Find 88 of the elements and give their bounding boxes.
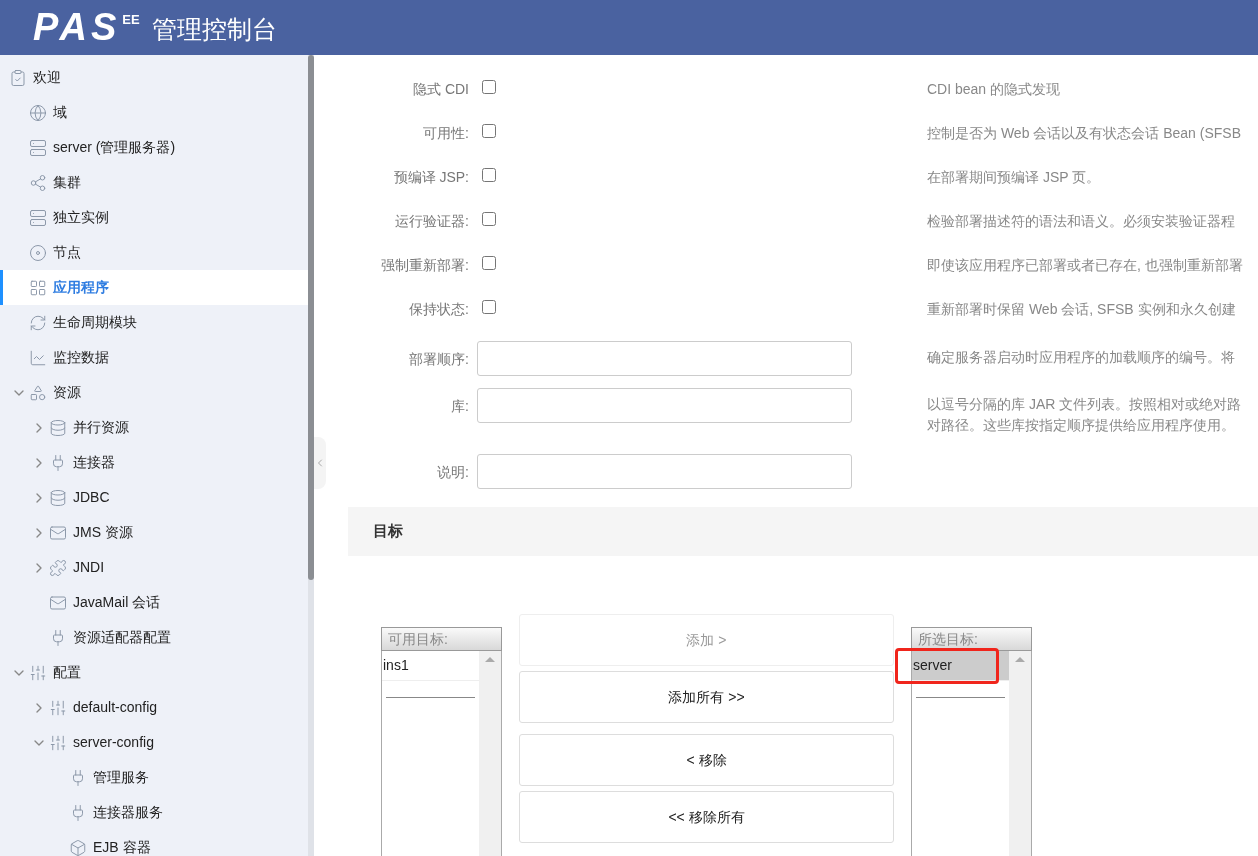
- field-label: 可用性:: [422, 124, 469, 143]
- transfer-button[interactable]: < 移除: [519, 734, 894, 786]
- list-option[interactable]: server: [912, 651, 1009, 681]
- sidebar-item[interactable]: JDBC: [0, 480, 308, 515]
- shapes-icon: [29, 383, 47, 402]
- input-field[interactable]: [477, 388, 852, 423]
- globe-icon: [29, 103, 47, 122]
- list-box[interactable]: ins1: [381, 651, 502, 856]
- sliders-icon: [49, 698, 67, 717]
- sidebar-item[interactable]: 独立实例: [0, 200, 308, 235]
- field-label: 库:: [450, 397, 469, 416]
- server-icon: [29, 208, 47, 227]
- mail-icon: [49, 593, 67, 612]
- list-box[interactable]: server: [911, 651, 1032, 856]
- input-field[interactable]: [477, 454, 852, 489]
- logo: PAS: [33, 5, 121, 50]
- field-label: 强制重新部署:: [380, 256, 469, 275]
- field-label: 预编译 JSP:: [392, 168, 469, 187]
- sidebar-item[interactable]: 欢迎: [0, 60, 308, 95]
- sidebar-item[interactable]: 节点: [0, 235, 308, 270]
- logo-superscript: EE: [122, 11, 140, 29]
- sidebar-item[interactable]: server-config: [0, 725, 308, 760]
- sidebar-item[interactable]: 资源适配器配置: [0, 620, 308, 655]
- scrollbar[interactable]: [308, 55, 314, 856]
- database-icon: [49, 418, 67, 437]
- disc-icon: [29, 243, 47, 262]
- field-label: 部署顺序:: [408, 350, 469, 369]
- database-icon: [49, 488, 67, 507]
- field-description: 即使该应用程序已部署或者已存在, 也强制重新部署: [927, 256, 1243, 275]
- checkbox[interactable]: [482, 256, 496, 270]
- field-description: 重新部署时保留 Web 会话, SFSB 实例和永久创建: [927, 300, 1236, 319]
- sliders-icon: [49, 733, 67, 752]
- clipboard-check-icon: [9, 68, 27, 87]
- checkbox[interactable]: [482, 212, 496, 226]
- scroll-up-icon[interactable]: [485, 657, 495, 662]
- field-description: CDI bean 的隐式发现: [927, 80, 1061, 99]
- sidebar-item[interactable]: 资源: [0, 375, 308, 410]
- transfer-button[interactable]: << 移除所有: [519, 791, 894, 843]
- checkbox[interactable]: [482, 124, 496, 138]
- field-description: 控制是否为 Web 会话以及有状态会话 Bean (SFSB: [927, 124, 1241, 143]
- sidebar-item[interactable]: 并行资源: [0, 410, 308, 445]
- app-title: 管理控制台: [151, 13, 277, 45]
- scroll-thumb[interactable]: [308, 55, 314, 580]
- field-description: 对路径。这些库按指定顺序提供给应用程序使用。: [927, 416, 1236, 435]
- sidebar-item[interactable]: JNDI: [0, 550, 308, 585]
- sidebar-item[interactable]: default-config: [0, 690, 308, 725]
- field-description: 在部署期间预编译 JSP 页。: [927, 168, 1101, 187]
- puzzle-icon: [49, 558, 67, 577]
- chart-icon: [29, 348, 47, 367]
- list-header: 所选目标:: [911, 627, 1032, 651]
- field-description: 检验部署描述符的语法和语义。必须安装验证器程: [927, 212, 1235, 231]
- checkbox[interactable]: [482, 80, 496, 94]
- network-icon: [29, 173, 47, 192]
- field-label: 运行验证器:: [394, 212, 469, 231]
- sidebar-item[interactable]: 生命周期模块: [0, 305, 308, 340]
- sidebar-item[interactable]: 连接器服务: [0, 795, 308, 830]
- section-title: 目标: [373, 521, 403, 542]
- input-field[interactable]: [477, 341, 852, 376]
- field-label: 说明:: [436, 463, 469, 482]
- sidebar-item[interactable]: 管理服务: [0, 760, 308, 795]
- sliders-icon: [29, 663, 47, 682]
- checkbox[interactable]: [482, 300, 496, 314]
- sidebar-item[interactable]: 连接器: [0, 445, 308, 480]
- sidebar-item[interactable]: 应用程序: [0, 270, 308, 305]
- list-header: 可用目标:: [381, 627, 502, 651]
- sidebar-item[interactable]: server (管理服务器): [0, 130, 308, 165]
- transfer-button[interactable]: 添加所有 >>: [519, 671, 894, 723]
- scrollbar[interactable]: [1009, 651, 1031, 856]
- field-description: 确定服务器启动时应用程序的加载顺序的编号。将: [927, 348, 1235, 367]
- sidebar-item[interactable]: JMS 资源: [0, 515, 308, 550]
- sidebar-item[interactable]: 域: [0, 95, 308, 130]
- collapse-handle[interactable]: [314, 437, 326, 489]
- cycle-icon: [29, 313, 47, 332]
- sidebar-item[interactable]: 监控数据: [0, 340, 308, 375]
- field-description: 以逗号分隔的库 JAR 文件列表。按照相对或绝对路: [927, 395, 1242, 414]
- sidebar-item[interactable]: EJB 容器: [0, 830, 308, 856]
- sidebar-item[interactable]: JavaMail 会话: [0, 585, 308, 620]
- scroll-up-icon[interactable]: [1015, 657, 1025, 662]
- server-icon: [29, 138, 47, 157]
- box-icon: [69, 838, 87, 856]
- sidebar-item[interactable]: 配置: [0, 655, 308, 690]
- field-label: 隐式 CDI: [412, 80, 469, 99]
- checkbox[interactable]: [482, 168, 496, 182]
- sidebar-item[interactable]: 集群: [0, 165, 308, 200]
- grid-icon: [29, 278, 47, 297]
- scrollbar[interactable]: [479, 651, 501, 856]
- mail-icon: [49, 523, 67, 542]
- field-label: 保持状态:: [408, 300, 469, 319]
